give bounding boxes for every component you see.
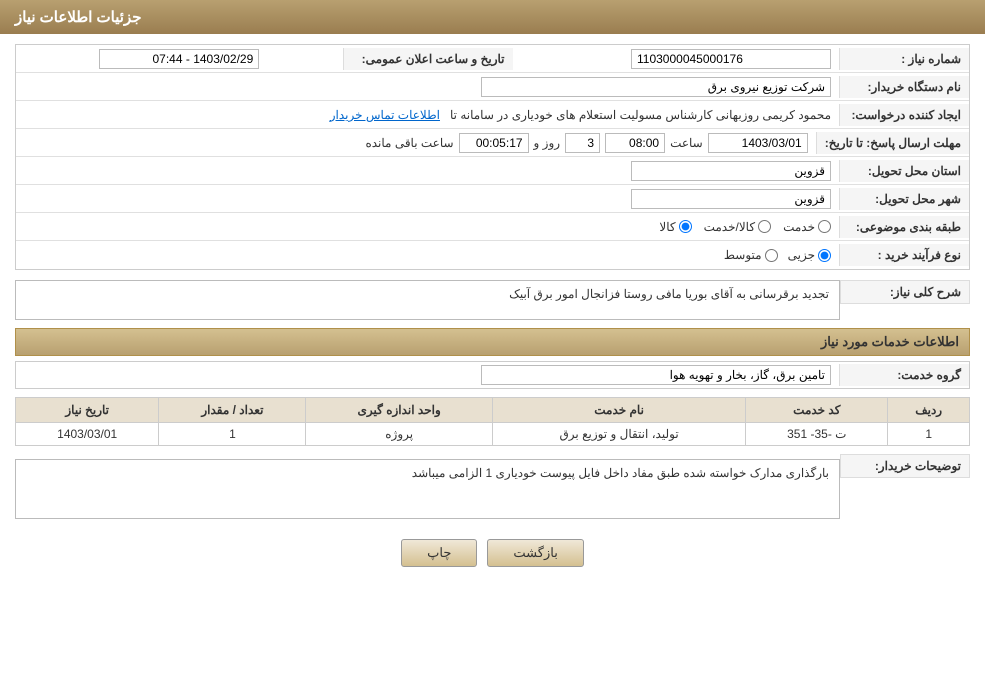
description-text: تجدید برقرسانی به آقای بوریا مافی روستا … xyxy=(509,287,829,301)
description-label: شرح کلی نیاز: xyxy=(840,280,970,304)
main-info-section: شماره نیاز : تاریخ و ساعت اعلان عمومی: ن… xyxy=(15,44,970,270)
category-kala-khadamat-label: کالا/خدمت xyxy=(704,220,755,234)
purchase-jozii-radio[interactable] xyxy=(818,249,831,262)
category-khadamat-radio[interactable] xyxy=(818,220,831,233)
buyer-org-label: نام دستگاه خریدار: xyxy=(839,76,969,98)
row-city: شهر محل تحویل: xyxy=(16,185,969,213)
table-header-row: ردیف کد خدمت نام خدمت واحد اندازه گیری ت… xyxy=(16,398,970,423)
buyer-org-value xyxy=(16,74,839,100)
remaining-time-input[interactable] xyxy=(459,133,529,153)
announcement-label: تاریخ و ساعت اعلان عمومی: xyxy=(343,48,513,70)
back-button[interactable]: بازگشت xyxy=(487,539,583,567)
deadline-time-input[interactable] xyxy=(605,133,665,153)
footer-buttons: بازگشت چاپ xyxy=(15,524,970,582)
row-buyer-org: نام دستگاه خریدار: xyxy=(16,73,969,101)
purchase-motvaset[interactable]: متوسط xyxy=(724,248,778,262)
row-category: طبقه بندی موضوعی: خدمت کالا/خدمت xyxy=(16,213,969,241)
requester-value: محمود کریمی روزبهانی کارشناس مسولیت استع… xyxy=(16,105,839,125)
services-table: ردیف کد خدمت نام خدمت واحد اندازه گیری ت… xyxy=(15,397,970,446)
print-button[interactable]: چاپ xyxy=(401,539,477,567)
category-kala-khadamat[interactable]: کالا/خدمت xyxy=(704,220,771,234)
row-requester: ایجاد کننده درخواست: محمود کریمی روزبهان… xyxy=(16,101,969,129)
category-value: خدمت کالا/خدمت کالا xyxy=(16,217,839,237)
notes-section: توضیحات خریدار: بارگذاری مدارک خواسته شد… xyxy=(15,454,970,524)
buyer-org-input[interactable] xyxy=(481,77,831,97)
deadline-date-input[interactable] xyxy=(708,133,808,153)
requester-label: ایجاد کننده درخواست: xyxy=(839,104,969,126)
category-label: طبقه بندی موضوعی: xyxy=(839,216,969,238)
row-purchase-type: نوع فرآیند خرید : جزیی متوسط xyxy=(16,241,969,269)
category-kala-label: کالا xyxy=(659,220,675,234)
col-unit: واحد اندازه گیری xyxy=(306,398,492,423)
buyer-org-text xyxy=(468,87,478,91)
col-quantity: تعداد / مقدار xyxy=(159,398,306,423)
description-box: تجدید برقرسانی به آقای بوریا مافی روستا … xyxy=(15,280,840,320)
purchase-motvaset-label: متوسط xyxy=(724,248,762,262)
deadline-value: ساعت روز و ساعت باقی مانده xyxy=(16,130,816,156)
page-title: جزئیات اطلاعات نیاز xyxy=(15,9,142,26)
row-deadline: مهلت ارسال پاسخ: تا تاریخ: ساعت روز و سا… xyxy=(16,129,969,157)
service-group-label: گروه خدمت: xyxy=(839,364,969,386)
need-number-input[interactable] xyxy=(631,49,831,69)
category-kala-radio[interactable] xyxy=(679,220,692,233)
province-value xyxy=(16,158,839,184)
category-khadamat[interactable]: خدمت xyxy=(783,220,831,234)
col-row-num: ردیف xyxy=(888,398,970,423)
category-khadamat-label: خدمت xyxy=(783,220,815,234)
city-text xyxy=(618,199,628,203)
services-table-section: ردیف کد خدمت نام خدمت واحد اندازه گیری ت… xyxy=(15,397,970,446)
cell-quantity: 1 xyxy=(159,423,306,446)
row-province: استان محل تحویل: xyxy=(16,157,969,185)
cell-unit: پروژه xyxy=(306,423,492,446)
remaining-label: ساعت باقی مانده xyxy=(365,136,453,150)
services-section-title: اطلاعات خدمات مورد نیاز xyxy=(15,328,970,356)
description-section: شرح کلی نیاز: تجدید برقرسانی به آقای بور… xyxy=(15,280,970,320)
city-input[interactable] xyxy=(631,189,831,209)
contact-info-link[interactable]: اطلاعات تماس خریدار xyxy=(330,108,440,122)
notes-text: بارگذاری مدارک خواسته شده طبق مفاد داخل … xyxy=(412,466,829,480)
purchase-jozii-label: جزیی xyxy=(788,248,815,262)
purchase-motvaset-radio[interactable] xyxy=(765,249,778,262)
announcement-datetime-input[interactable] xyxy=(99,49,259,69)
page-header: جزئیات اطلاعات نیاز xyxy=(0,0,985,34)
purchase-type-value: جزیی متوسط xyxy=(16,245,839,265)
table-row: 1 ت -35- 351 تولید، انتقال و توزیع برق پ… xyxy=(16,423,970,446)
province-text xyxy=(618,171,628,175)
col-service-name: نام خدمت xyxy=(492,398,745,423)
row-need-number: شماره نیاز : تاریخ و ساعت اعلان عمومی: xyxy=(16,45,969,73)
service-group-input[interactable] xyxy=(481,365,831,385)
service-group-text xyxy=(468,375,478,379)
notes-box: بارگذاری مدارک خواسته شده طبق مفاد داخل … xyxy=(15,459,840,519)
city-value xyxy=(16,186,839,212)
col-service-code: کد خدمت xyxy=(746,398,888,423)
cell-service-code: ت -35- 351 xyxy=(746,423,888,446)
cell-row-num: 1 xyxy=(888,423,970,446)
category-kala[interactable]: کالا xyxy=(659,220,691,234)
cell-date: 1403/03/01 xyxy=(16,423,159,446)
deadline-label: مهلت ارسال پاسخ: تا تاریخ: xyxy=(816,132,969,154)
need-number-value xyxy=(513,46,840,72)
service-group-value xyxy=(16,362,839,388)
cell-service-name: تولید، انتقال و توزیع برق xyxy=(492,423,745,446)
need-number-label: شماره نیاز : xyxy=(839,48,969,70)
notes-label: توضیحات خریدار: xyxy=(840,454,970,478)
purchase-type-label: نوع فرآیند خرید : xyxy=(839,244,969,266)
days-label: روز و xyxy=(534,136,561,150)
requester-name: محمود کریمی روزبهانی کارشناس مسولیت استع… xyxy=(450,108,831,122)
announcement-datetime xyxy=(16,46,343,72)
deadline-days-input[interactable] xyxy=(565,133,600,153)
province-label: استان محل تحویل: xyxy=(839,160,969,182)
province-input[interactable] xyxy=(631,161,831,181)
service-group-row: گروه خدمت: xyxy=(15,361,970,389)
time-label: ساعت xyxy=(670,136,703,150)
city-label: شهر محل تحویل: xyxy=(839,188,969,210)
col-date: تاریخ نیاز xyxy=(16,398,159,423)
category-kala-khadamat-radio[interactable] xyxy=(758,220,771,233)
purchase-jozii[interactable]: جزیی xyxy=(788,248,831,262)
